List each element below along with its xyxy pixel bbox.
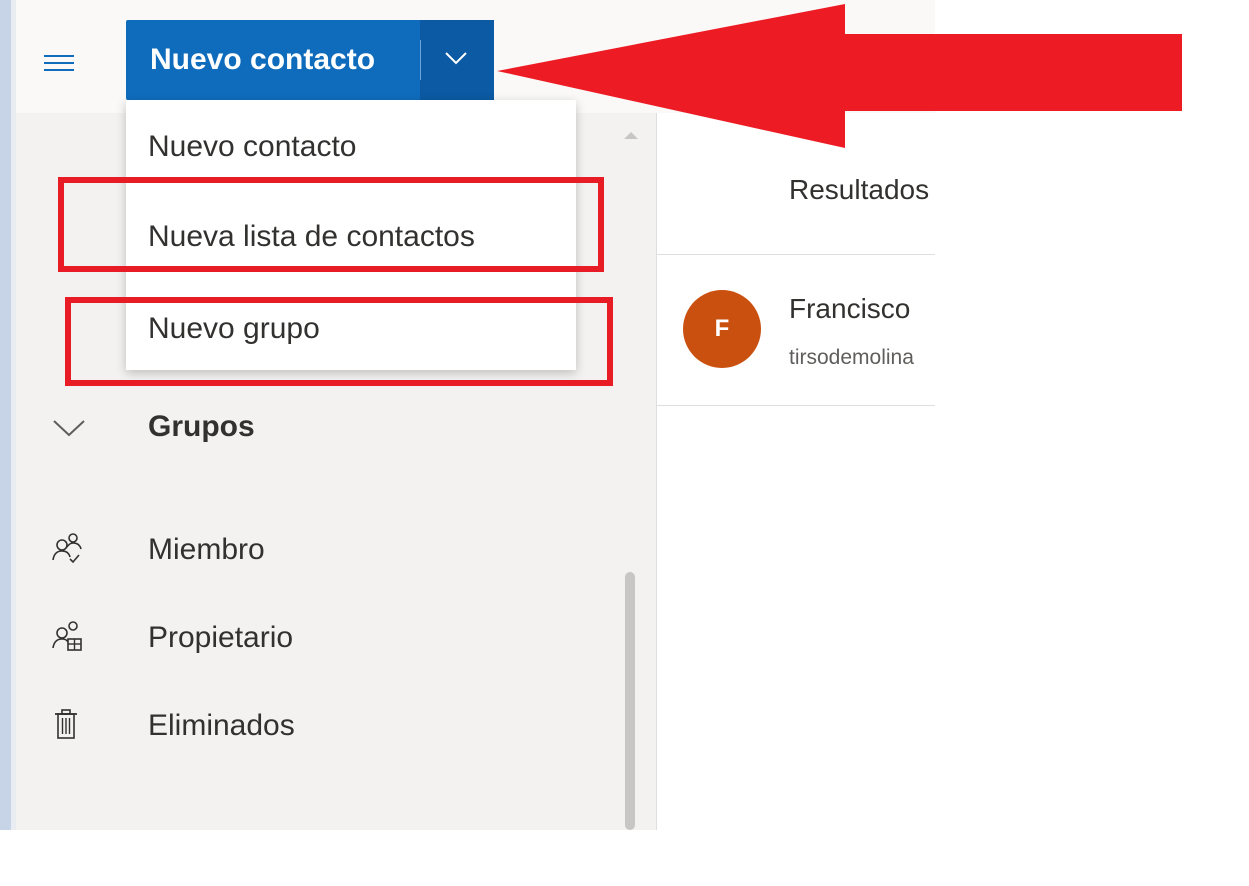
annotation-arrow	[497, 4, 1182, 148]
